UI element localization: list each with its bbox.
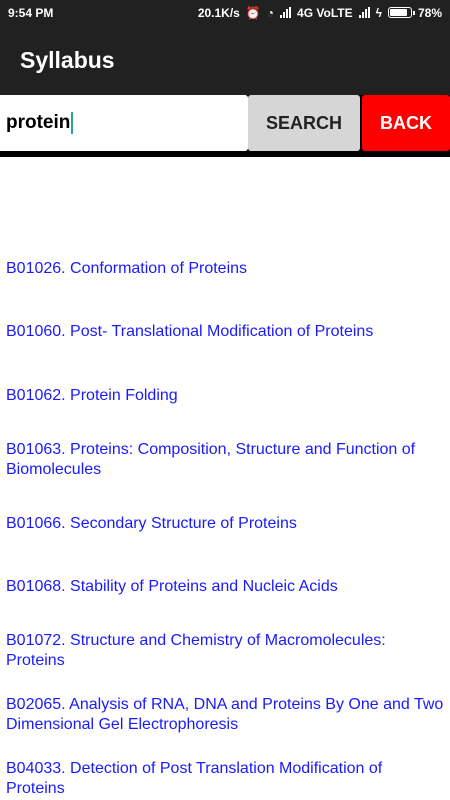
app-bar: Syllabus — [0, 25, 450, 95]
text-cursor — [71, 112, 74, 134]
search-input[interactable]: protein — [0, 95, 248, 151]
back-button[interactable]: BACK — [362, 95, 450, 151]
network-label: 4G VoLTE — [297, 5, 353, 20]
search-input-value[interactable]: protein — [6, 112, 70, 134]
list-item[interactable]: B01063. Proteins: Composition, Structure… — [6, 440, 444, 480]
search-button[interactable]: SEARCH — [248, 95, 360, 151]
wifi-icon: ◔ — [266, 5, 275, 20]
list-item[interactable]: B02065. Analysis of RNA, DNA and Protein… — [6, 695, 444, 735]
list-item[interactable]: B01060. Post- Translational Modification… — [6, 322, 373, 342]
list-item[interactable]: B01062. Protein Folding — [6, 386, 178, 406]
status-time: 9:54 PM — [8, 5, 54, 20]
net-speed: 20.1K/s — [197, 5, 240, 20]
app-title: Syllabus — [20, 46, 115, 73]
battery-percent: 78% — [417, 5, 442, 20]
signal-icon-2 — [358, 7, 370, 18]
list-item[interactable]: B04033. Detection of Post Translation Mo… — [6, 759, 444, 799]
list-item[interactable]: B01066. Secondary Structure of Proteins — [6, 514, 297, 534]
charging-icon: ϟ — [375, 5, 382, 20]
search-row: protein SEARCH BACK — [0, 95, 450, 157]
signal-icon — [280, 7, 292, 18]
list-item[interactable]: B01026. Conformation of Proteins — [6, 259, 247, 279]
status-icons: 20.1K/s ⏰ ◔ 4G VoLTE ϟ 78% — [198, 6, 442, 20]
status-bar: 9:54 PM 20.1K/s ⏰ ◔ 4G VoLTE ϟ 78% — [0, 0, 450, 25]
list-item[interactable]: B01068. Stability of Proteins and Nuclei… — [6, 577, 338, 597]
alarm-icon: ⏰ — [245, 5, 261, 20]
battery-icon — [387, 7, 415, 18]
list-item[interactable]: B01072. Structure and Chemistry of Macro… — [6, 631, 444, 671]
